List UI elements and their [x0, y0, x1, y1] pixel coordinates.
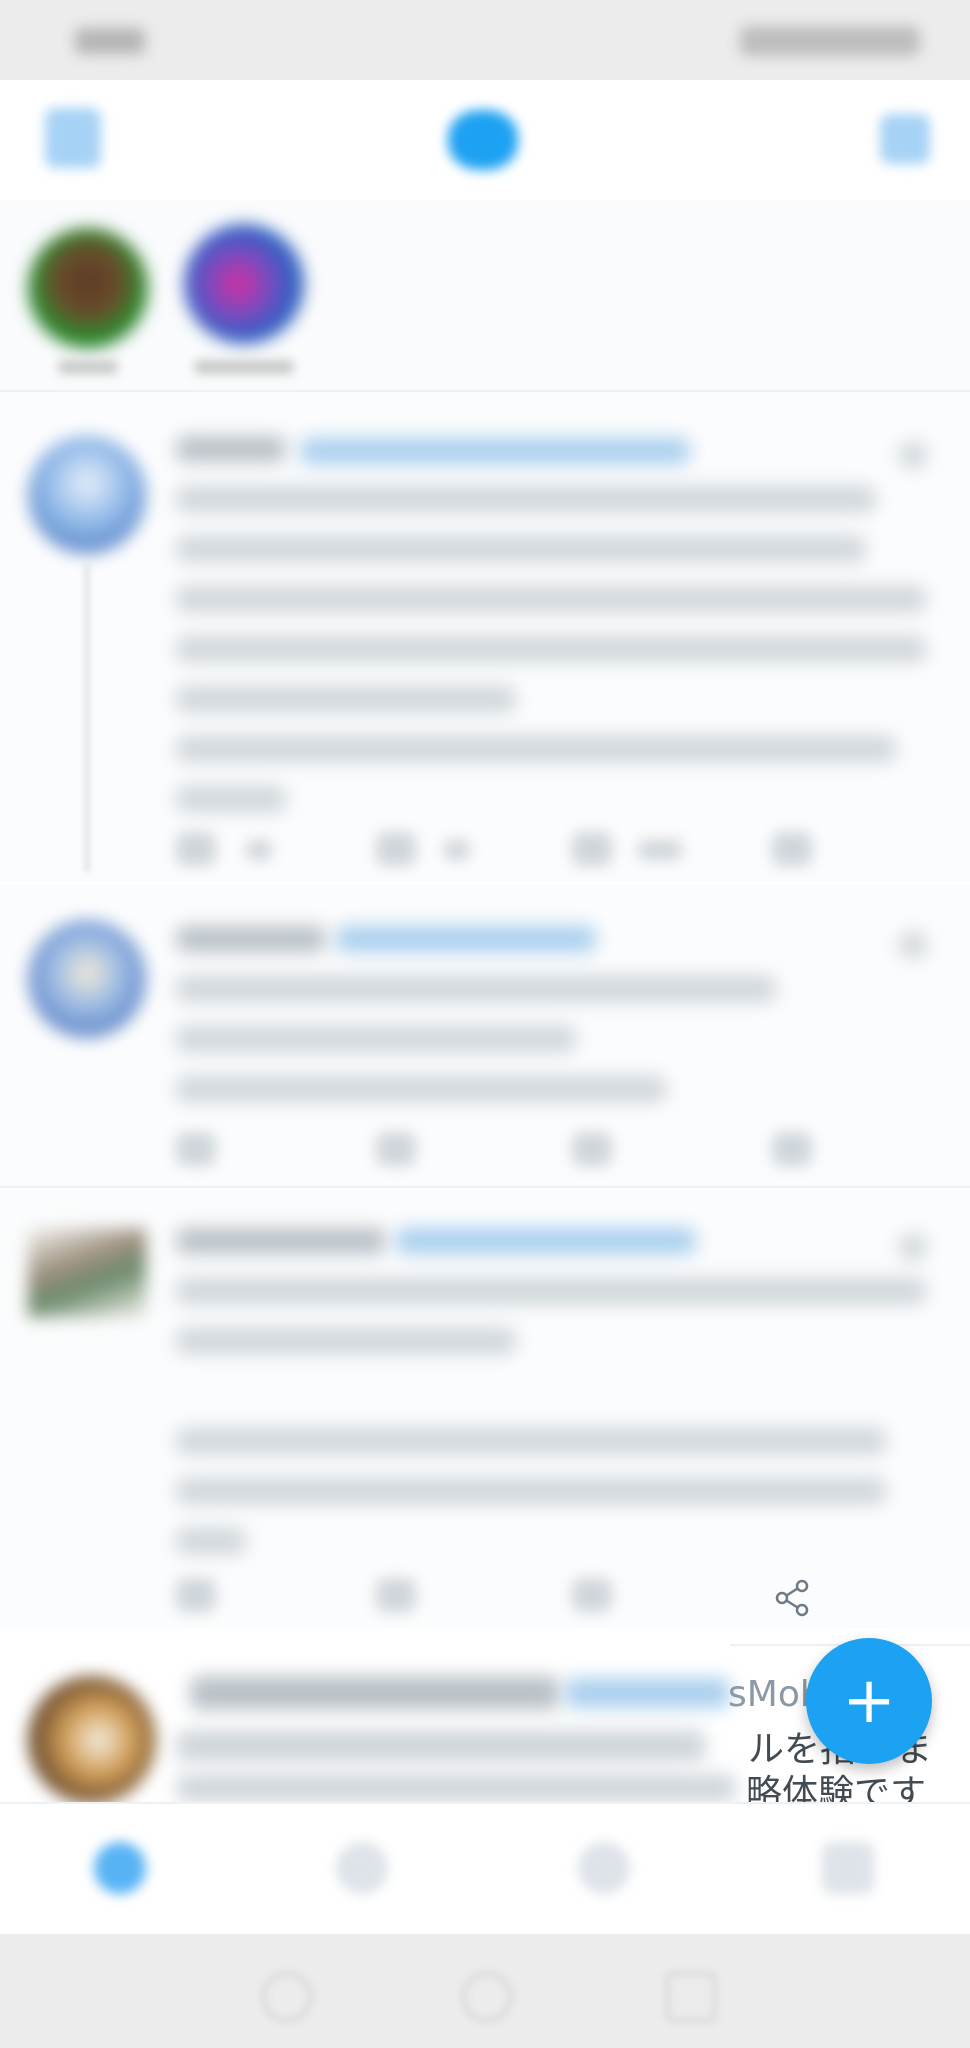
signal-icon [75, 28, 145, 54]
caret-icon[interactable] [900, 932, 926, 958]
status-bar [0, 0, 970, 80]
mail-icon[interactable] [822, 1842, 874, 1894]
tweet-text-line [176, 976, 776, 1002]
author-handle [396, 1228, 696, 1254]
bird-icon [448, 110, 518, 170]
tweet-card[interactable] [0, 392, 970, 882]
bell-icon[interactable] [578, 1842, 630, 1894]
tweet-text-line [176, 736, 896, 762]
tweet-card[interactable] [0, 1188, 970, 1628]
author-name [176, 436, 286, 462]
tweet-text-line [176, 1730, 706, 1762]
tweet-text-line [176, 486, 876, 512]
avatar[interactable] [28, 1676, 156, 1804]
share-icon[interactable] [772, 1578, 812, 1618]
home-icon[interactable] [94, 1842, 146, 1894]
fleets-row [0, 200, 970, 392]
tweet-text-line [176, 686, 516, 712]
tweet-text-line [176, 1478, 886, 1504]
author-name [190, 1676, 560, 1710]
home-circle-icon[interactable] [462, 1972, 512, 2022]
retweet-icon[interactable] [376, 1578, 416, 1612]
share-icon[interactable] [772, 832, 812, 866]
top-app-bar [0, 80, 970, 200]
avatar[interactable] [28, 920, 146, 1038]
tweet-text-line [176, 586, 926, 612]
tweet-text-line [176, 1076, 666, 1102]
author-handle [300, 438, 690, 464]
bottom-nav [0, 1802, 970, 1936]
reply-count [246, 840, 272, 860]
retweet-count [444, 840, 470, 860]
fleet-avatar[interactable] [184, 224, 304, 344]
caret-icon[interactable] [900, 1234, 926, 1260]
avatar[interactable] [28, 436, 146, 554]
like-count [638, 840, 682, 860]
author-handle [565, 1678, 730, 1708]
retweet-icon[interactable] [376, 832, 416, 866]
retweet-icon[interactable] [376, 1132, 416, 1166]
search-icon[interactable] [336, 1842, 388, 1894]
fleet-label [58, 360, 118, 374]
tweet-text-line [176, 1774, 736, 1802]
tweet-text-line [176, 1528, 246, 1554]
caret-icon[interactable] [900, 442, 926, 468]
like-icon[interactable] [572, 832, 612, 866]
plus-icon: + [842, 1664, 896, 1738]
back-icon[interactable] [262, 1972, 312, 2022]
tweet-text-line [176, 786, 286, 812]
reply-icon[interactable] [176, 832, 216, 866]
tweet-text-line [176, 1278, 926, 1304]
compose-button[interactable]: + [806, 1638, 932, 1764]
reply-icon[interactable] [176, 1132, 216, 1166]
menu-icon[interactable] [45, 108, 101, 168]
author-handle [336, 926, 596, 952]
tweet-text-line [176, 1328, 516, 1354]
recents-icon[interactable] [666, 1972, 716, 2022]
share-icon[interactable] [772, 1132, 812, 1166]
thread-line [84, 562, 90, 872]
tweet-text-line [176, 1026, 576, 1052]
like-icon[interactable] [572, 1578, 612, 1612]
tweet-card[interactable] [0, 884, 970, 1186]
author-name [176, 1228, 386, 1254]
tweet-text-line [176, 636, 926, 662]
fleet-label [194, 360, 294, 374]
status-info [740, 26, 920, 56]
fleet-avatar[interactable] [28, 228, 148, 348]
system-nav-bar [0, 1934, 970, 2048]
author-name [176, 926, 326, 952]
tweet-text-line [176, 536, 866, 562]
reply-icon[interactable] [176, 1578, 216, 1612]
sparkle-icon[interactable] [880, 114, 930, 164]
avatar[interactable] [28, 1228, 146, 1318]
like-icon[interactable] [572, 1132, 612, 1166]
tweet-text-line [176, 1428, 886, 1454]
